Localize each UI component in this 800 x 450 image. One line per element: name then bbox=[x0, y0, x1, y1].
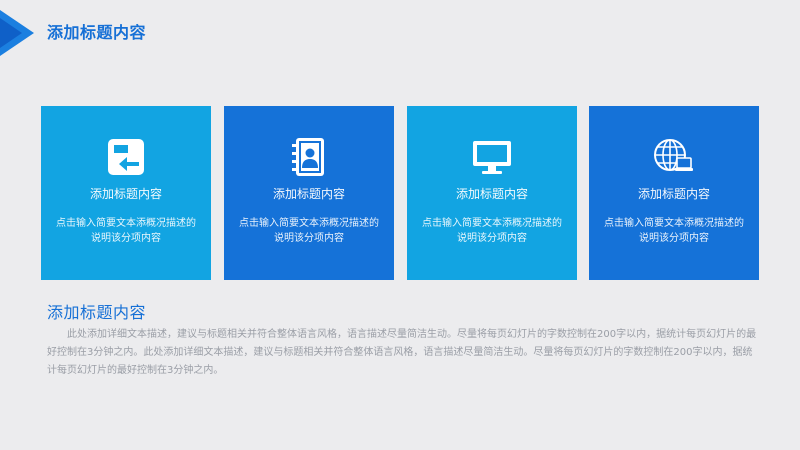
contact-book-icon bbox=[288, 136, 330, 178]
section-title: 添加标题内容 bbox=[47, 303, 147, 322]
card-2[interactable]: 添加标题内容 点击输入简要文本添概况描述的说明该分项内容 bbox=[224, 106, 394, 280]
card-4[interactable]: 添加标题内容 点击输入简要文本添概况描述的说明该分项内容 bbox=[589, 106, 759, 280]
exit-door-icon bbox=[105, 136, 147, 178]
card-description: 点击输入简要文本添概况描述的说明该分项内容 bbox=[604, 218, 744, 244]
card-description: 点击输入简要文本添概况描述的说明该分项内容 bbox=[56, 218, 196, 244]
corner-accent-inner bbox=[0, 18, 22, 48]
card-title: 添加标题内容 bbox=[637, 187, 710, 201]
monitor-icon bbox=[471, 136, 513, 178]
card-title: 添加标题内容 bbox=[89, 187, 162, 201]
card-title: 添加标题内容 bbox=[272, 187, 345, 201]
globe-laptop-icon bbox=[653, 136, 695, 178]
card-row: 添加标题内容 点击输入简要文本添概况描述的说明该分项内容 添加标题内容 点击输入… bbox=[41, 106, 759, 280]
card-description: 点击输入简要文本添概况描述的说明该分项内容 bbox=[239, 218, 379, 244]
card-description: 点击输入简要文本添概况描述的说明该分项内容 bbox=[422, 218, 562, 244]
section-body-text: 此处添加详细文本描述，建议与标题相关并符合整体语言风格，语言描述尽量简洁生动。尽… bbox=[47, 329, 757, 376]
page-title: 添加标题内容 bbox=[47, 23, 147, 42]
card-title: 添加标题内容 bbox=[455, 187, 528, 201]
card-1[interactable]: 添加标题内容 点击输入简要文本添概况描述的说明该分项内容 bbox=[41, 106, 211, 280]
card-3[interactable]: 添加标题内容 点击输入简要文本添概况描述的说明该分项内容 bbox=[407, 106, 577, 280]
